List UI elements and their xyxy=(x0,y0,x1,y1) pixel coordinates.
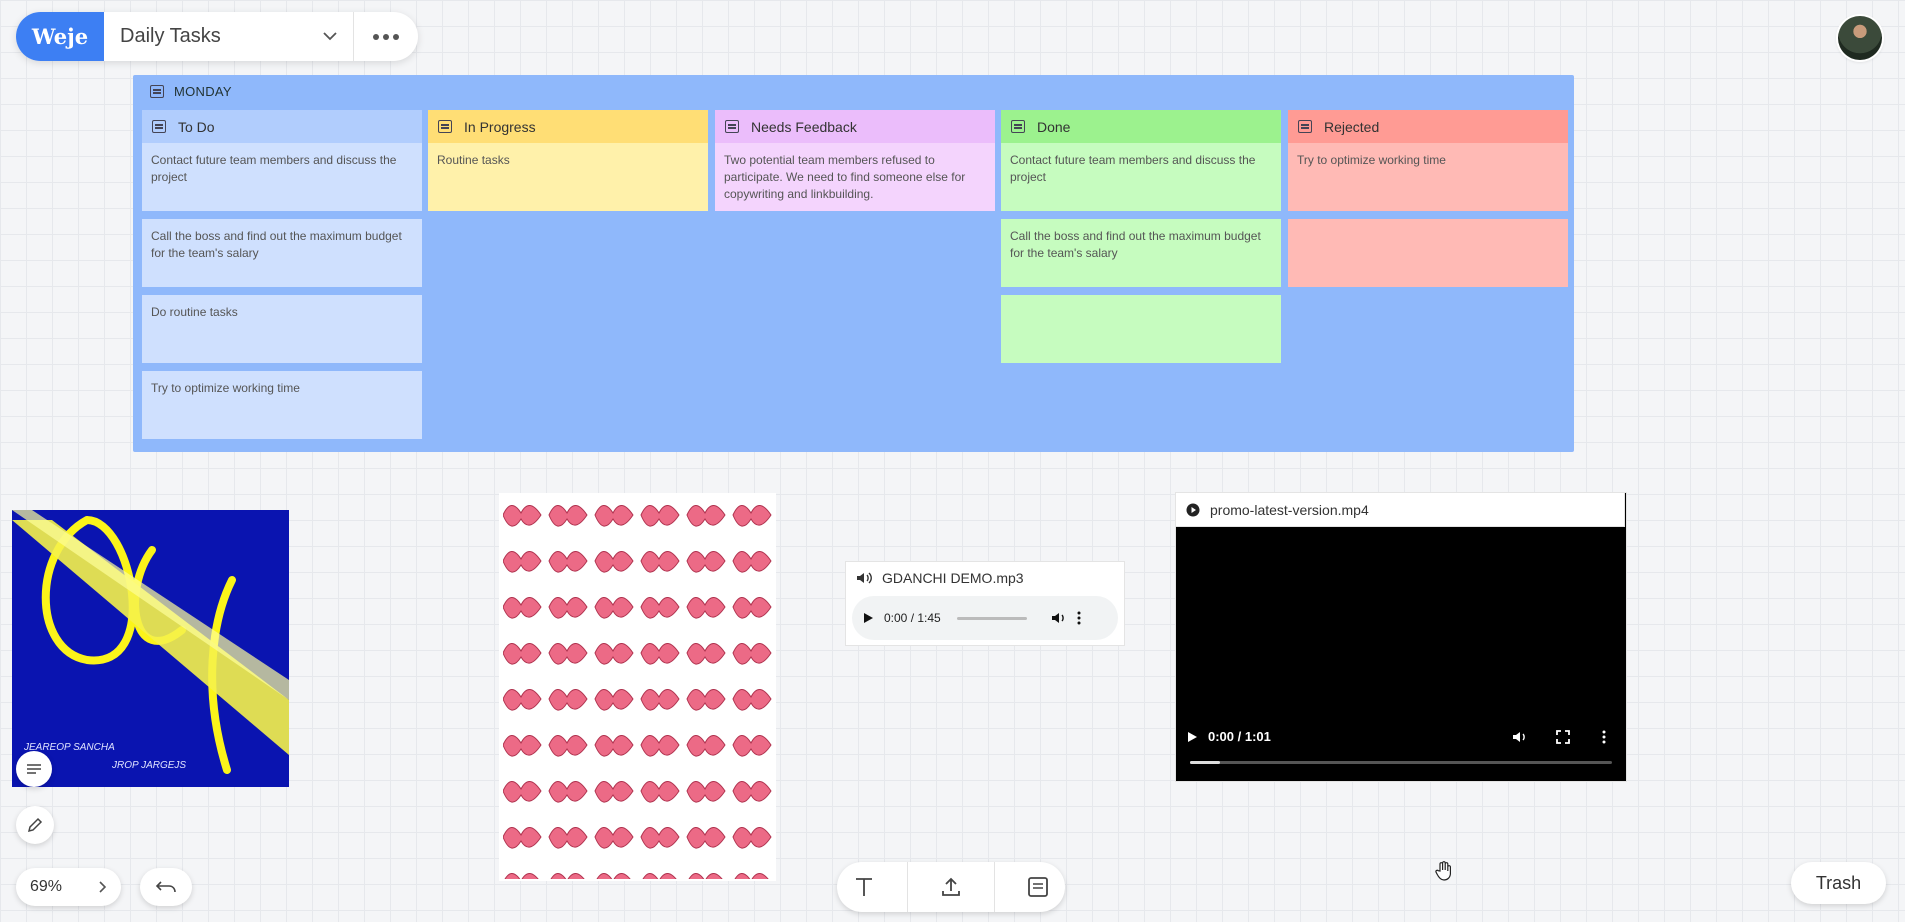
weje-logo[interactable]: Weje xyxy=(16,12,104,61)
kebab-menu-icon[interactable] xyxy=(1602,730,1606,744)
board-icon xyxy=(438,120,452,133)
column-title: Needs Feedback xyxy=(751,118,857,135)
board-icon xyxy=(150,85,164,98)
chevron-right-icon[interactable] xyxy=(99,881,107,893)
pen-tool-button[interactable] xyxy=(16,806,54,844)
zoom-control[interactable]: 69% xyxy=(16,868,121,906)
chevron-down-icon xyxy=(323,32,337,41)
pattern-art xyxy=(503,495,772,879)
audio-header: GDANCHI DEMO.mp3 xyxy=(846,562,1124,594)
video-progress-bar[interactable] xyxy=(1190,761,1612,764)
task-card-empty[interactable] xyxy=(1288,219,1568,287)
column-todo: To Do Contact future team members and di… xyxy=(142,110,422,439)
audio-filename: GDANCHI DEMO.mp3 xyxy=(882,570,1024,586)
column-header[interactable]: In Progress xyxy=(428,110,708,143)
group-title-text: MONDAY xyxy=(174,84,232,99)
toolbar-divider xyxy=(993,862,995,912)
text-tool-icon[interactable] xyxy=(852,875,876,899)
volume-icon[interactable] xyxy=(1512,730,1528,744)
board-icon xyxy=(725,120,739,133)
column-title: In Progress xyxy=(464,118,536,135)
undo-button[interactable] xyxy=(140,868,192,906)
task-card[interactable]: Call the boss and find out the maximum b… xyxy=(142,219,422,287)
column-needs-feedback: Needs Feedback Two potential team member… xyxy=(715,110,995,211)
video-player[interactable]: 0:00 / 1:01 xyxy=(1175,492,1627,782)
album-caption-right: JROP JARGEJS xyxy=(112,760,187,771)
board-header: Weje Daily Tasks xyxy=(16,12,418,61)
task-card[interactable]: Routine tasks xyxy=(428,143,708,211)
column-header[interactable]: Rejected xyxy=(1288,110,1568,143)
video-time: 0:00 / 1:01 xyxy=(1208,729,1271,744)
column-done: Done Contact future team members and dis… xyxy=(1001,110,1281,363)
comment-icon xyxy=(27,764,41,774)
audio-time: 0:00 / 1:45 xyxy=(884,611,941,625)
album-cover-image[interactable]: JEAREOP SANCHA JROP JARGEJS xyxy=(12,510,289,787)
column-title: Done xyxy=(1037,118,1071,135)
bottom-toolbar xyxy=(837,862,1065,912)
board-icon xyxy=(152,120,166,133)
board-name-dropdown[interactable]: Daily Tasks xyxy=(104,12,354,61)
audio-controls: 0:00 / 1:45 xyxy=(852,596,1118,640)
video-header: promo-latest-version.mp4 xyxy=(1175,492,1625,527)
toolbar-divider xyxy=(907,862,909,912)
more-icon xyxy=(373,33,379,40)
video-controls-left: 0:00 / 1:01 xyxy=(1186,729,1271,744)
play-icon[interactable] xyxy=(1186,731,1198,743)
task-card[interactable]: Call the boss and find out the maximum b… xyxy=(1001,219,1281,287)
column-header[interactable]: To Do xyxy=(142,110,422,143)
column-header[interactable]: Needs Feedback xyxy=(715,110,995,143)
column-title: Rejected xyxy=(1324,118,1380,135)
board-name: Daily Tasks xyxy=(120,25,221,47)
pink-pattern-image[interactable] xyxy=(499,493,776,881)
task-card-empty[interactable] xyxy=(1001,295,1281,363)
audio-player-card[interactable]: GDANCHI DEMO.mp3 0:00 / 1:45 xyxy=(845,561,1125,646)
task-card[interactable]: Two potential team members refused to pa… xyxy=(715,143,995,211)
comment-button[interactable] xyxy=(16,751,52,787)
column-in-progress: In Progress Routine tasks xyxy=(428,110,708,211)
board-tool-icon[interactable] xyxy=(1026,875,1050,899)
group-title: MONDAY xyxy=(150,84,232,99)
user-avatar[interactable] xyxy=(1838,16,1882,60)
fullscreen-icon[interactable] xyxy=(1556,730,1570,744)
video-filename: promo-latest-version.mp4 xyxy=(1210,501,1369,518)
upload-icon[interactable] xyxy=(939,875,963,899)
play-circle-icon xyxy=(1186,503,1200,516)
more-options-button[interactable] xyxy=(354,12,418,61)
pencil-icon xyxy=(27,817,43,833)
task-card[interactable]: Contact future team members and discuss … xyxy=(142,143,422,211)
volume-icon[interactable] xyxy=(1051,611,1067,625)
task-card[interactable]: Try to optimize working time xyxy=(1288,143,1568,211)
kebab-menu-icon[interactable] xyxy=(1077,611,1081,625)
trash-button[interactable]: Trash xyxy=(1791,862,1886,904)
board-icon xyxy=(1011,120,1025,133)
speaker-icon xyxy=(857,572,872,584)
video-progress-buffered xyxy=(1190,761,1220,764)
undo-icon xyxy=(155,881,176,893)
task-card[interactable]: Do routine tasks xyxy=(142,295,422,363)
column-header[interactable]: Done xyxy=(1001,110,1281,143)
task-card[interactable]: Contact future team members and discuss … xyxy=(1001,143,1281,211)
audio-progress-bar[interactable] xyxy=(956,616,1027,620)
hand-cursor-icon xyxy=(1435,861,1451,881)
board-icon xyxy=(1298,120,1312,133)
column-title: To Do xyxy=(178,118,215,135)
task-card[interactable]: Try to optimize working time xyxy=(142,371,422,439)
zoom-value: 69% xyxy=(30,878,63,895)
column-rejected: Rejected Try to optimize working time xyxy=(1288,110,1568,287)
play-icon[interactable] xyxy=(862,612,874,624)
